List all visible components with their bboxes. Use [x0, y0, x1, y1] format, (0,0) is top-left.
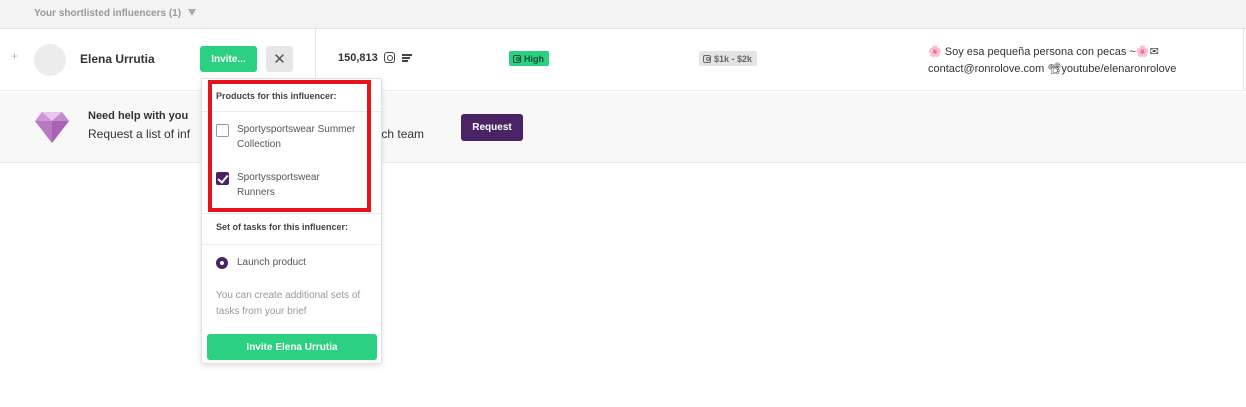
- product-label[interactable]: Sportyssportswear Runners: [237, 170, 357, 200]
- help-title: Need help with you: [88, 110, 189, 122]
- product-checkbox[interactable]: [216, 124, 229, 137]
- bio-line-1: 🌸 Soy esa pequeña persona con pecas ~🌸✉: [928, 46, 1159, 58]
- divider: [202, 111, 381, 112]
- tasks-heading: Set of tasks for this influencer:: [216, 222, 349, 232]
- instagram-icon: [513, 54, 521, 63]
- task-radio[interactable]: [216, 257, 228, 269]
- divider: [202, 244, 381, 245]
- influencer-name[interactable]: Elena Urrutia: [80, 52, 155, 66]
- price-badge: $1k - $2k: [699, 51, 758, 66]
- request-button[interactable]: Request: [461, 114, 523, 141]
- follower-count: 150,813: [338, 52, 378, 64]
- shortlist-section-header[interactable]: Your shortlisted influencers (1): [0, 0, 1246, 29]
- expand-icon[interactable]: +: [11, 49, 18, 63]
- caret-down-icon[interactable]: [188, 9, 196, 16]
- avatar: [34, 44, 66, 76]
- bio-line-2: contact@ronrolove.com 📽youtube/elenaronr…: [928, 63, 1177, 75]
- help-text: Request a list of inf: [88, 127, 191, 141]
- list-icon[interactable]: [402, 54, 412, 62]
- invite-button[interactable]: Invite...: [200, 46, 257, 72]
- products-heading: Products for this influencer:: [216, 91, 337, 101]
- gem-icon: [35, 112, 69, 143]
- product-checkbox-checked[interactable]: [216, 172, 229, 185]
- product-label[interactable]: Sportysportswear Summer Collection: [237, 122, 357, 152]
- page: Your shortlisted influencers (1) + Elena…: [0, 0, 1246, 407]
- remove-button[interactable]: ✕: [266, 46, 293, 72]
- instagram-icon: [384, 52, 395, 63]
- row-edge: [1243, 29, 1244, 91]
- engagement-badge-label: High: [524, 53, 544, 64]
- invite-influencer-button[interactable]: Invite Elena Urrutia: [207, 334, 377, 360]
- influencer-row: + Elena Urrutia Invite... ✕ 150,813 High…: [0, 29, 1246, 91]
- divider: [202, 213, 381, 214]
- help-banner: Need help with you Request a list of inf…: [0, 92, 1246, 163]
- shortlist-title: Your shortlisted influencers (1): [34, 8, 182, 19]
- engagement-badge: High: [509, 51, 549, 66]
- instagram-icon: [703, 54, 711, 63]
- influencer-bio: 🌸 Soy esa pequeña persona con pecas ~🌸✉ …: [928, 44, 1176, 78]
- task-label[interactable]: Launch product: [237, 255, 357, 270]
- invite-dropdown: Products for this influencer: Sportyspor…: [201, 78, 382, 364]
- price-badge-label: $1k - $2k: [714, 53, 753, 64]
- tasks-note: You can create additional sets of tasks …: [216, 290, 361, 317]
